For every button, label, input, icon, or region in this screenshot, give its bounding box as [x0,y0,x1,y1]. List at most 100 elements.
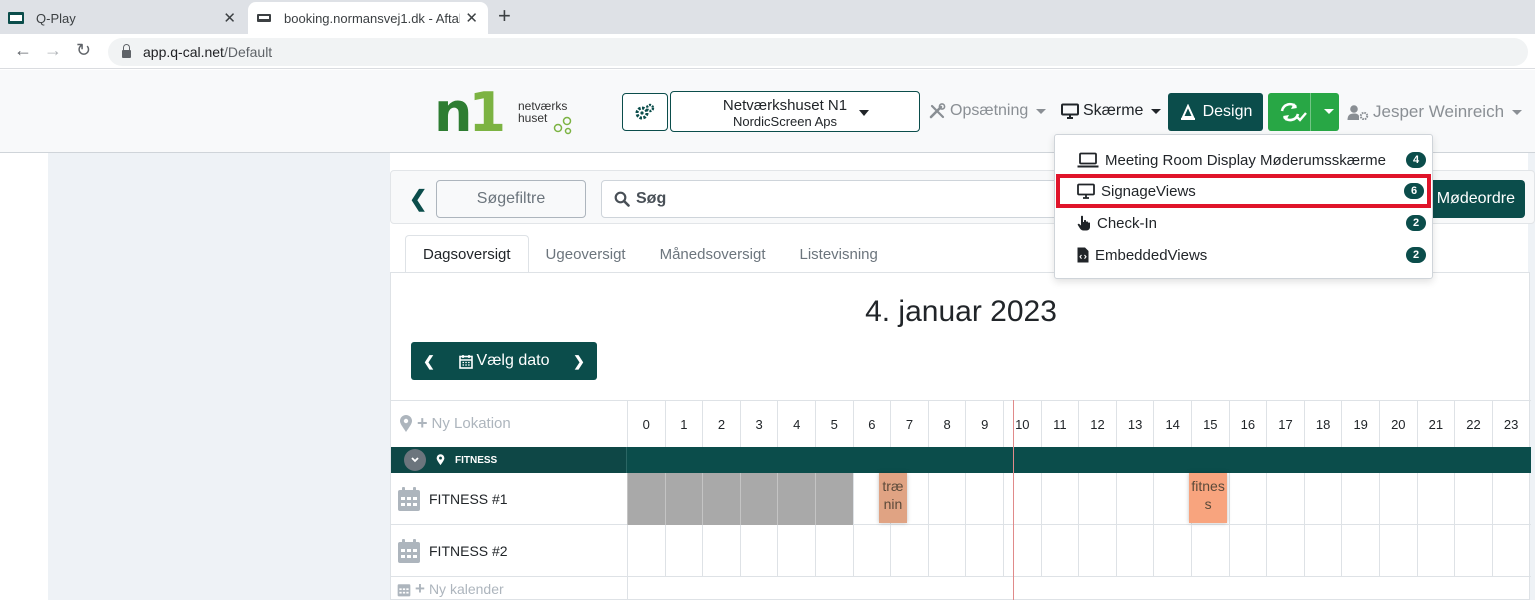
time-slot[interactable] [1454,525,1492,577]
time-slot[interactable] [1416,525,1455,577]
design-button-label: Design [1202,103,1253,120]
code-file-icon [1077,247,1089,263]
previous-day-icon[interactable]: ❮ [411,353,447,370]
unavailable-slot[interactable] [664,473,703,525]
back-arrow-icon[interactable]: ← [14,40,32,61]
new-location-label: Ny Lokation [431,415,511,432]
meeting-order-button[interactable]: Mødeordre [1425,180,1525,218]
search-input[interactable]: Søg [601,180,1061,218]
time-slot[interactable] [1078,473,1116,525]
time-slot[interactable] [927,525,966,577]
time-slot[interactable] [664,525,703,577]
booking-block[interactable]: træ nin [878,473,907,523]
menu-item-signageviews[interactable]: SignageViews 6 [1056,174,1431,208]
time-slot[interactable] [1303,473,1342,525]
hour-label: 11 [1040,401,1079,447]
booking-block[interactable]: fitnes s [1189,473,1228,523]
calendar-icon [397,583,411,596]
split-divider [1310,93,1311,131]
menu-item-check-in[interactable]: Check-In 2 [1055,207,1432,239]
time-slot[interactable] [1416,473,1455,525]
new-calendar-button[interactable]: + Ny kalender [397,579,504,599]
hour-label: 6 [852,401,891,447]
time-slot[interactable] [965,525,1003,577]
unavailable-slot[interactable] [815,473,853,525]
tab-day-overview[interactable]: Dagsoversigt [405,235,529,273]
browser-tab-booking[interactable]: booking.normansvej1.dk - Aftaler ✕ [248,2,488,34]
unavailable-slot[interactable] [739,473,778,525]
user-name: Jesper Weinreich [1373,102,1505,121]
time-slot[interactable] [815,525,853,577]
resource-label[interactable]: FITNESS #1 [397,473,508,525]
time-slot[interactable] [1153,525,1191,577]
caret-down-icon [1036,108,1047,114]
tab-list-view[interactable]: Listevisning [782,235,894,273]
time-slot[interactable] [1115,473,1154,525]
time-slot[interactable] [1115,525,1154,577]
time-slot[interactable] [1303,525,1342,577]
time-slot[interactable] [777,525,815,577]
time-slot[interactable] [1228,473,1267,525]
browser-tab-qplay[interactable]: Q-Play ✕ [0,2,246,34]
time-slot[interactable] [1341,525,1379,577]
time-slot[interactable] [1379,473,1417,525]
unavailable-slot[interactable] [777,473,815,525]
map-pin-icon [400,414,412,432]
time-slot[interactable] [890,525,928,577]
menu-item-meeting-room-display[interactable]: Meeting Room Display Møderumsskærme 4 [1055,144,1432,176]
collapse-group-icon[interactable] [404,449,426,471]
settings-button[interactable] [622,93,668,131]
sync-button[interactable] [1268,93,1339,131]
tab-week-overview[interactable]: Ugeoversigt [529,235,643,273]
time-slot[interactable] [1341,473,1379,525]
url-field[interactable]: app.q-cal.net/Default [108,38,1528,66]
time-slot[interactable] [1491,473,1530,525]
resource-label[interactable]: FITNESS #2 [397,525,508,577]
time-slot[interactable] [1040,473,1079,525]
user-cog-icon [1347,105,1369,120]
time-slot[interactable] [1040,525,1079,577]
time-slot[interactable] [1266,473,1304,525]
tab-month-overview[interactable]: Månedsoversigt [643,235,783,273]
time-slot[interactable] [627,525,665,577]
hand-pointer-icon [1077,215,1090,231]
collapse-chevron-icon[interactable]: ❮ [409,186,427,212]
time-slot[interactable] [1191,525,1229,577]
next-day-icon[interactable]: ❯ [561,353,597,370]
time-slot[interactable] [702,525,740,577]
time-slot[interactable] [1153,473,1191,525]
time-slot[interactable] [1266,525,1304,577]
time-slot[interactable] [927,473,966,525]
time-slot[interactable] [1003,525,1041,577]
reload-icon[interactable]: ↻ [76,40,91,61]
time-slot[interactable] [1379,525,1417,577]
time-slot[interactable] [852,525,891,577]
caret-down-icon[interactable] [1324,109,1334,114]
design-button[interactable]: Design [1168,93,1263,131]
resource-name: FITNESS #1 [429,491,508,507]
resource-name: FITNESS #2 [429,543,508,559]
pick-date-button[interactable]: Vælg dato [447,352,561,370]
time-slot[interactable] [965,473,1003,525]
time-slot[interactable] [1003,473,1041,525]
user-menu[interactable]: Jesper Weinreich [1347,102,1523,122]
time-slot[interactable] [739,525,778,577]
hour-label: 21 [1416,401,1455,447]
nav-screens[interactable]: Skærme [1061,102,1162,120]
close-tab-icon[interactable]: ✕ [223,9,236,27]
unavailable-slot[interactable] [627,473,665,525]
new-location-button[interactable]: + Ny Lokation [399,413,511,434]
time-slot[interactable] [1454,473,1492,525]
time-slot[interactable] [1078,525,1116,577]
time-slot[interactable] [1491,525,1530,577]
nav-setup[interactable]: Opsætning [929,102,1047,120]
count-badge: 6 [1404,183,1424,199]
time-slot[interactable] [1228,525,1267,577]
close-tab-icon[interactable]: ✕ [465,9,478,27]
organization-select[interactable]: Netværkshuset N1 NordicScreen Aps [670,91,920,132]
unavailable-slot[interactable] [702,473,740,525]
search-filters-button[interactable]: Søgefiltre [436,180,586,218]
brand-logo[interactable]: n1 netværks huset [434,86,576,140]
menu-item-embeddedviews[interactable]: EmbeddedViews 2 [1055,239,1432,271]
new-tab-button[interactable]: + [498,5,511,27]
